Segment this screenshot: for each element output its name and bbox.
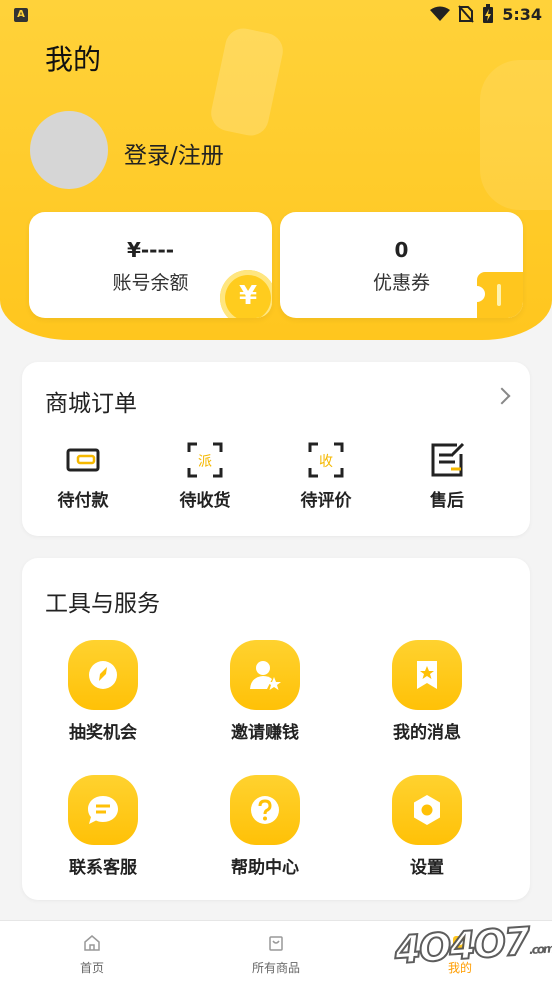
avatar[interactable]	[30, 111, 108, 189]
contact-support-button[interactable]: 联系客服	[43, 775, 163, 878]
order-pending-payment[interactable]: 待付款	[38, 440, 128, 511]
tool-label: 帮助中心	[231, 858, 299, 878]
shopping-bag-icon	[269, 936, 283, 951]
ticket-icon	[469, 272, 523, 318]
tool-icon-circle	[230, 775, 300, 845]
watermark-logo: 4O4O7.com	[392, 918, 552, 973]
tab-home[interactable]: 首页	[42, 933, 142, 976]
order-item-label: 待评价	[300, 491, 352, 511]
user-star-icon	[250, 661, 281, 690]
tools-title: 工具与服务	[45, 591, 160, 617]
order-item-label: 待付款	[57, 491, 109, 511]
balance-value: ¥----	[126, 238, 175, 262]
coupon-value: 0	[394, 238, 409, 262]
order-pending-receipt[interactable]: 派 待收货	[160, 440, 250, 511]
login-register-link[interactable]: 登录/注册	[124, 136, 224, 170]
dispatch-glyph: 派	[198, 454, 212, 470]
app-notification-icon: A	[14, 8, 28, 22]
dispatch-scan-icon: 派	[187, 442, 223, 478]
receive-glyph: 收	[319, 454, 333, 470]
settings-button[interactable]: 设置	[367, 775, 487, 878]
tool-label: 抽奖机会	[69, 723, 137, 743]
bookmark-star-icon	[417, 661, 437, 689]
balance-card[interactable]: ¥---- 账号余额 ¥	[29, 212, 272, 318]
question-icon	[251, 796, 279, 824]
hexagon-settings-icon	[414, 795, 440, 825]
help-center-button[interactable]: 帮助中心	[205, 775, 325, 878]
wifi-icon	[430, 6, 451, 21]
yen-coin-icon: ¥	[220, 270, 272, 318]
coupon-card[interactable]: 0 优惠券	[280, 212, 523, 318]
compass-icon	[89, 661, 117, 689]
order-item-label: 待收货	[179, 491, 231, 511]
home-icon	[84, 935, 100, 951]
battery-charging-icon	[483, 4, 494, 23]
chevron-right-icon[interactable]	[493, 387, 511, 405]
chat-bubble-icon	[88, 796, 118, 824]
orders-title: 商城订单	[45, 391, 137, 417]
tool-icon-circle	[230, 640, 300, 710]
invite-earn-button[interactable]: 邀请赚钱	[205, 640, 325, 743]
tool-label: 联系客服	[69, 858, 137, 878]
order-pending-review[interactable]: 收 待评价	[281, 440, 371, 511]
tool-label: 邀请赚钱	[231, 723, 299, 743]
tool-label: 我的消息	[393, 723, 461, 743]
tool-label: 设置	[410, 858, 444, 878]
tool-icon-circle	[68, 775, 138, 845]
status-bar: A 5:34	[0, 0, 552, 32]
order-item-label: 售后	[430, 491, 464, 511]
tab-label: 所有商品	[251, 961, 300, 975]
my-messages-button[interactable]: 我的消息	[367, 640, 487, 743]
tools-services-panel: 工具与服务 抽奖机会 邀请赚钱 我的消息 联系客服 帮助中心 设置	[22, 558, 530, 900]
lottery-chances-button[interactable]: 抽奖机会	[43, 640, 163, 743]
header-decoration	[480, 60, 552, 210]
tab-all-products[interactable]: 所有商品	[226, 933, 326, 976]
tool-icon-circle	[392, 640, 462, 710]
no-sim-icon	[458, 5, 474, 23]
tool-icon-circle	[68, 640, 138, 710]
tab-label: 首页	[79, 961, 104, 975]
header-decoration	[207, 25, 287, 139]
mall-orders-panel: 商城订单 待付款 派 待收货 收 待评价 售后	[22, 362, 530, 536]
status-time: 5:34	[502, 4, 542, 24]
edit-note-icon	[431, 442, 465, 477]
order-after-sales[interactable]: 售后	[402, 440, 492, 511]
page-title: 我的	[45, 43, 102, 76]
tool-icon-circle	[392, 775, 462, 845]
wallet-icon	[66, 448, 100, 472]
receive-scan-icon: 收	[308, 442, 344, 478]
